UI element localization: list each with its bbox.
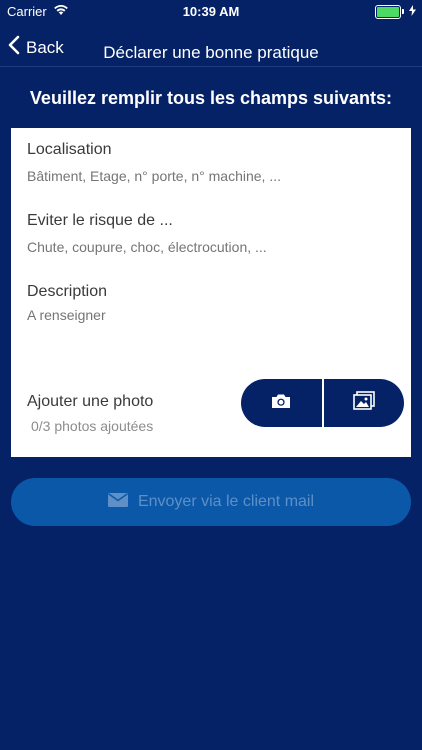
instructions-text: Veuillez remplir tous les champs suivant…	[29, 88, 393, 108]
status-bar: Carrier 10:39 AM	[0, 0, 422, 22]
status-right-group	[375, 4, 416, 19]
photo-count: 0/3 photos ajoutées	[31, 418, 154, 434]
gallery-icon	[352, 390, 375, 416]
charging-bolt-icon	[409, 4, 416, 19]
location-input[interactable]	[27, 168, 387, 184]
location-label: Localisation	[27, 141, 112, 158]
photo-label: Ajouter une photo	[27, 393, 154, 410]
status-time: 10:39 AM	[182, 4, 240, 19]
send-mail-button[interactable]: Envoyer via le client mail	[11, 478, 411, 526]
page-title: Déclarer une bonne pratique	[103, 43, 319, 62]
photo-button-group	[241, 379, 404, 427]
risk-label: Eviter le risque de ...	[27, 212, 173, 229]
battery-level	[377, 6, 399, 17]
risk-input[interactable]	[27, 239, 387, 255]
screen: Carrier 10:39 AM Back Déclarer une bonne…	[0, 0, 422, 750]
camera-button[interactable]	[241, 379, 322, 427]
description-label: Description	[27, 283, 108, 300]
navigation-bar: Back Déclarer une bonne pratique	[0, 22, 422, 67]
battery-icon	[375, 4, 404, 19]
envelope-icon	[107, 492, 128, 512]
send-mail-label: Envoyer via le client mail	[137, 493, 315, 510]
form-card: Localisation Eviter le risque de ... Des…	[11, 128, 411, 457]
gallery-button[interactable]	[324, 379, 405, 427]
description-input[interactable]	[27, 307, 387, 367]
camera-icon	[270, 393, 292, 414]
